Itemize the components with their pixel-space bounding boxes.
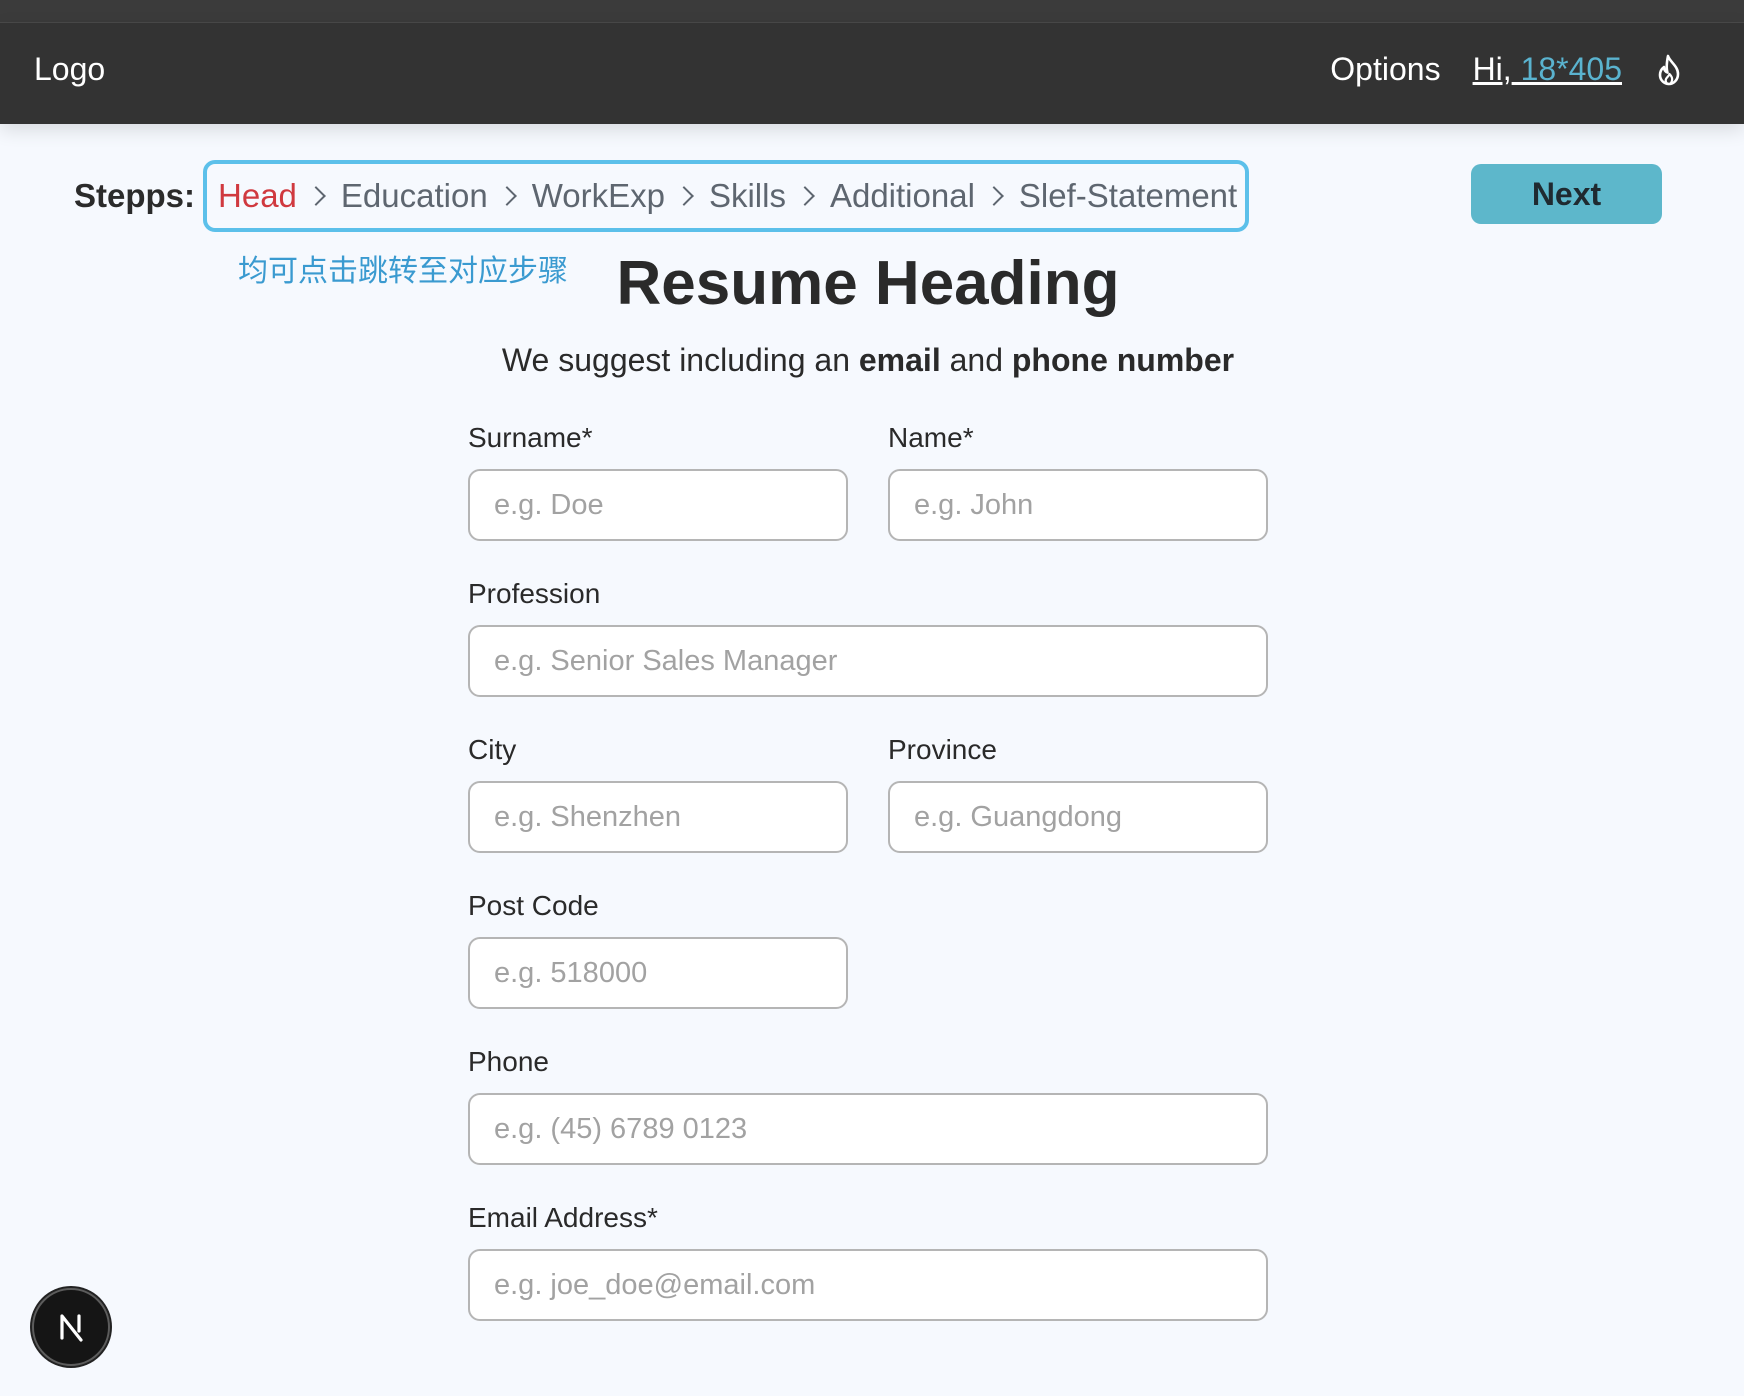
step-self-statement[interactable]: Slef-Statement bbox=[1019, 177, 1237, 215]
window-top-strip bbox=[0, 0, 1744, 23]
steps-breadcrumb: Head Education WorkExp Skills Additional… bbox=[203, 160, 1250, 232]
province-label: Province bbox=[888, 734, 997, 765]
surname-label: Surname* bbox=[468, 422, 593, 453]
profession-input[interactable] bbox=[468, 625, 1268, 697]
step-skills[interactable]: Skills bbox=[709, 177, 786, 215]
page-subtitle: We suggest including an email and phone … bbox=[0, 342, 1736, 379]
chevron-right-icon bbox=[795, 186, 815, 206]
step-additional[interactable]: Additional bbox=[830, 177, 975, 215]
phone-label: Phone bbox=[468, 1046, 549, 1077]
chevron-right-icon bbox=[674, 186, 694, 206]
name-label: Name* bbox=[888, 422, 974, 453]
steps-label: Stepps: bbox=[74, 177, 196, 214]
postcode-input[interactable] bbox=[468, 937, 848, 1009]
subtitle-text: and bbox=[940, 342, 1012, 378]
top-navbar: Logo Options Hi, 18*405 bbox=[0, 23, 1744, 124]
city-input[interactable] bbox=[468, 781, 848, 853]
chevron-right-icon bbox=[496, 186, 517, 206]
n-logo-icon bbox=[60, 1314, 83, 1342]
flame-icon[interactable] bbox=[1654, 53, 1684, 87]
subtitle-text: We suggest including an bbox=[501, 342, 859, 378]
surname-input[interactable] bbox=[468, 469, 848, 541]
step-workexp[interactable]: WorkExp bbox=[532, 177, 665, 215]
phone-input[interactable] bbox=[468, 1093, 1268, 1165]
subtitle-phone: phone number bbox=[1011, 342, 1235, 378]
postcode-label: Post Code bbox=[468, 890, 599, 921]
options-link[interactable]: Options bbox=[1330, 51, 1440, 88]
greeting-prefix: Hi, bbox=[1472, 51, 1512, 87]
next-button[interactable]: Next bbox=[1471, 164, 1662, 224]
chevron-right-icon bbox=[306, 186, 326, 206]
city-label: City bbox=[468, 734, 517, 765]
step-head[interactable]: Head bbox=[218, 177, 297, 215]
user-greeting-link[interactable]: Hi, 18*405 bbox=[1473, 51, 1622, 88]
subtitle-email: email bbox=[858, 342, 941, 378]
name-input[interactable] bbox=[888, 469, 1268, 541]
dev-tools-badge[interactable] bbox=[32, 1288, 110, 1366]
page-title: Resume Heading bbox=[616, 249, 1120, 318]
email-input[interactable] bbox=[468, 1249, 1268, 1321]
logo[interactable]: Logo bbox=[34, 51, 105, 88]
profession-label: Profession bbox=[468, 578, 601, 609]
email-label: Email Address* bbox=[468, 1202, 658, 1233]
navbar-right: Options Hi, 18*405 bbox=[1330, 51, 1684, 88]
step-education[interactable]: Education bbox=[341, 177, 488, 215]
username: 18*405 bbox=[1511, 51, 1622, 87]
steps-bar: Stepps: Head Education WorkExp Skills Ad… bbox=[74, 160, 1250, 232]
chevron-right-icon bbox=[984, 186, 1004, 206]
province-input[interactable] bbox=[888, 781, 1268, 853]
